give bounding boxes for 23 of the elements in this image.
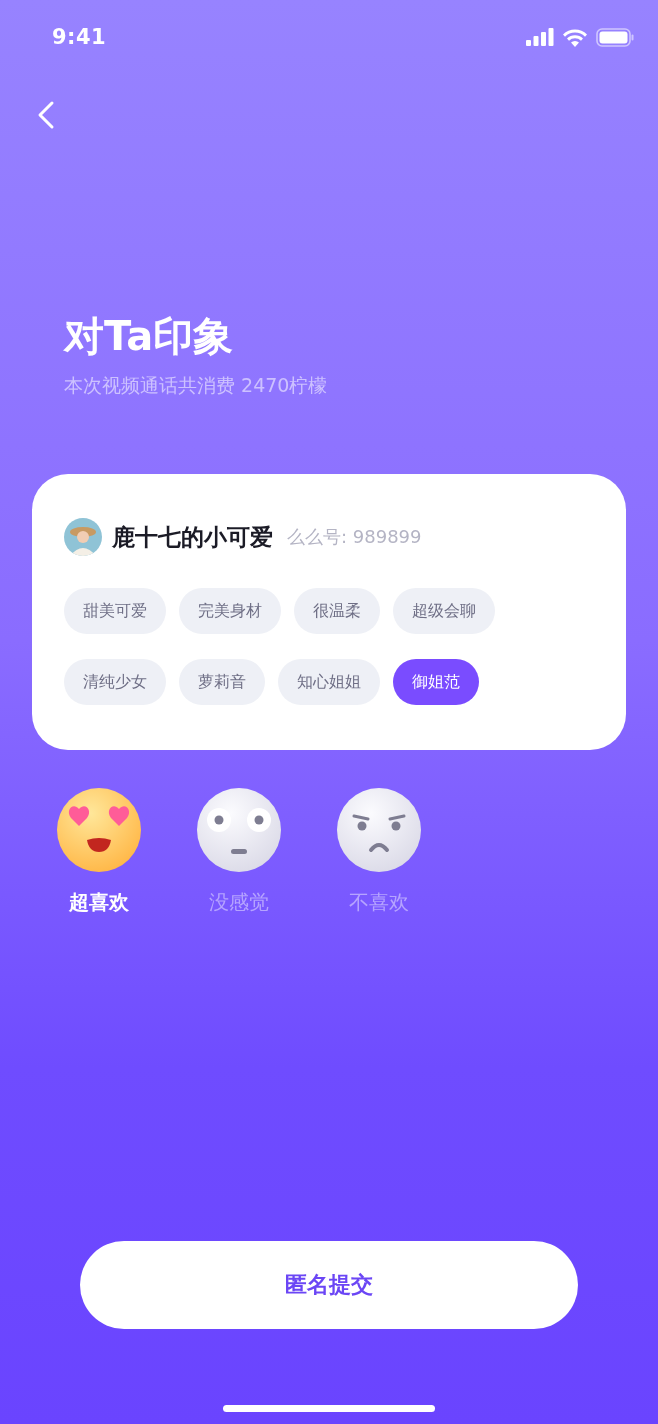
- signal-icon: [526, 28, 554, 46]
- avatar-icon: [64, 518, 102, 556]
- profile-name: 鹿十七的小可爱: [112, 522, 273, 552]
- wifi-icon: [562, 27, 588, 47]
- blank-face-icon[interactable]: [197, 788, 281, 872]
- battery-icon: [596, 27, 634, 47]
- tag-chip[interactable]: 萝莉音: [179, 659, 265, 705]
- status-time: 9:41: [52, 25, 107, 49]
- reaction-option[interactable]: 超喜欢: [69, 886, 129, 918]
- profile-id: 么么号: 989899: [287, 525, 422, 549]
- submit-button[interactable]: 匿名提交: [80, 1241, 578, 1329]
- tag-chip[interactable]: 清纯少女: [64, 659, 166, 705]
- tag-chip[interactable]: 完美身材: [179, 588, 281, 634]
- tag-chip[interactable]: 超级会聊: [393, 588, 495, 634]
- back-icon[interactable]: [36, 100, 56, 130]
- tag-chip[interactable]: 知心姐姐: [278, 659, 380, 705]
- tag-chip[interactable]: 很温柔: [294, 588, 380, 634]
- page-title: 对Ta印象: [64, 312, 235, 360]
- page-subtitle: 本次视频通话共消费 2470柠檬: [64, 373, 329, 398]
- tag-chip[interactable]: 御姐范: [393, 659, 479, 705]
- tag-chip[interactable]: 甜美可爱: [64, 588, 166, 634]
- heart-eyes-face-icon[interactable]: [57, 788, 141, 872]
- frowning-face-icon[interactable]: [337, 788, 421, 872]
